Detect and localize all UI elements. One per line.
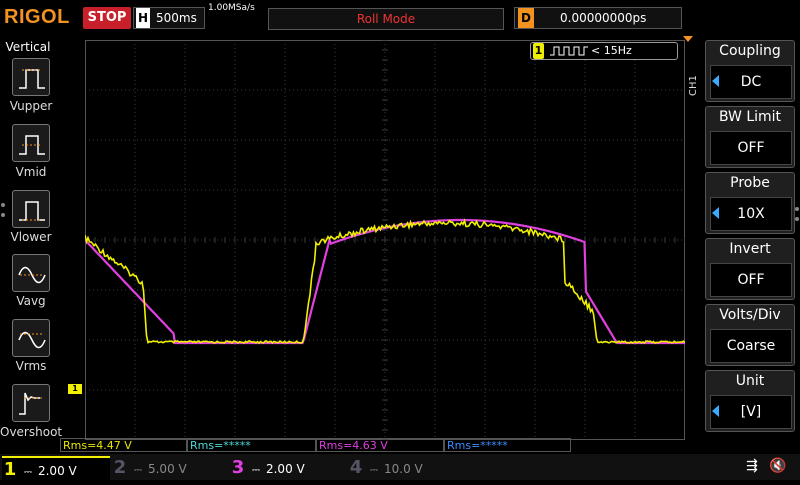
run-stop-indicator[interactable]: STOP [83, 7, 131, 29]
channel-3-status[interactable]: 3 ⎓ 2.00 V [230, 456, 342, 480]
dc-coupling-icon: ⎓ [252, 465, 260, 476]
overshoot-button[interactable] [12, 384, 50, 422]
vupper-button[interactable] [12, 58, 50, 96]
vlower-label: Vlower [10, 230, 52, 244]
unit-title: Unit [735, 373, 765, 389]
channel-1-number: 1 [3, 459, 17, 480]
volts-div-value: Coarse [710, 329, 792, 363]
channel-1-status[interactable]: 1 ⎓ 2.00 V [2, 456, 110, 480]
overshoot-label: Overshoot [0, 425, 63, 439]
acquisition-mode: Roll Mode [268, 8, 504, 30]
channel-3-scale: 2.00 V [265, 462, 305, 476]
ch1-ground-marker[interactable]: 1 [68, 384, 82, 394]
graticule [85, 40, 685, 440]
left-panel-dot [1, 203, 5, 207]
dc-coupling-icon: ⎓ [24, 467, 32, 478]
measurement-ch4-rms[interactable]: Rms=***** [444, 438, 571, 452]
bw-limit-value: OFF [710, 131, 792, 165]
channel-2-number: 2 [113, 457, 127, 478]
delay-value: 0.00000000ps [560, 11, 647, 25]
vlower-button[interactable] [12, 190, 50, 228]
trigger-text: < 15Hz [591, 44, 632, 57]
vmid-label: Vmid [15, 165, 47, 179]
timebase-label: H [136, 8, 150, 28]
vlower-icon [19, 201, 45, 221]
vupper-icon [19, 69, 45, 89]
overshoot-icon [19, 392, 44, 415]
volts-div-menu-button[interactable]: Volts/Div Coarse [705, 304, 795, 366]
unit-value: [V] [710, 395, 792, 429]
vrms-icon [18, 331, 46, 349]
unit-menu-button[interactable]: Unit [V] [705, 370, 795, 432]
vrms-label: Vrms [15, 359, 47, 373]
coupling-arrow-icon [712, 75, 719, 87]
trigger-channel: 1 [533, 43, 544, 59]
vavg-icon [18, 266, 46, 284]
dc-coupling-icon: ⎓ [370, 465, 378, 476]
measurement-ch3-rms[interactable]: Rms=4.63 V [316, 438, 444, 452]
channel-4-number: 4 [349, 457, 363, 478]
waveform-display[interactable] [85, 40, 685, 440]
vmid-icon [19, 135, 45, 155]
volts-div-title: Volts/Div [719, 307, 781, 323]
dc-coupling-icon: ⎓ [134, 465, 142, 476]
channel-2-status[interactable]: 2 ⎓ 5.00 V [112, 456, 224, 480]
pulse-icon [549, 46, 588, 56]
timebase-box[interactable]: H 500ms [133, 7, 205, 29]
sample-rate: 1.00MSa/s [208, 3, 255, 13]
vmid-button[interactable] [12, 124, 50, 162]
vupper-label: Vupper [9, 99, 53, 113]
vavg-button[interactable] [12, 254, 50, 292]
invert-value: OFF [710, 263, 792, 297]
bw-limit-menu-button[interactable]: BW Limit OFF [705, 106, 795, 168]
unit-arrow-icon [712, 405, 719, 417]
right-panel-dot [795, 207, 799, 211]
measurement-ch1-rms[interactable]: Rms=4.47 V [60, 438, 187, 452]
probe-arrow-icon [712, 207, 719, 219]
delay-box[interactable]: D 0.00000000ps [514, 7, 682, 29]
left-panel-dot [1, 213, 5, 217]
right-panel-dot [795, 217, 799, 221]
channel-4-scale: 10.0 V [383, 462, 423, 476]
invert-title: Invert [729, 241, 771, 257]
channel-1-scale: 2.00 V [37, 464, 77, 478]
measurement-ch2-rms[interactable]: Rms=***** [187, 438, 316, 452]
probe-menu-button[interactable]: Probe 10X [705, 172, 795, 234]
usb-icon: ⇶ [746, 458, 758, 474]
vertical-menu-title: Vertical [5, 40, 51, 54]
delay-label: D [518, 8, 534, 28]
coupling-value: DC [710, 65, 792, 99]
rigol-logo: RIGOL [4, 6, 70, 28]
probe-value: 10X [710, 197, 792, 231]
channel-4-status[interactable]: 4 ⎓ 10.0 V [348, 456, 460, 480]
vrms-button[interactable] [12, 319, 50, 357]
speaker-mute-icon[interactable]: 🔇 [766, 458, 790, 476]
probe-title: Probe [730, 175, 770, 191]
channel-tag: CH1 [688, 75, 699, 96]
channel-3-number: 3 [231, 457, 245, 478]
vavg-label: Vavg [16, 294, 46, 308]
timebase-value: 500ms [156, 11, 197, 25]
bw-limit-title: BW Limit [718, 109, 782, 125]
channel-2-scale: 5.00 V [147, 462, 187, 476]
coupling-menu-button[interactable]: Coupling DC [705, 40, 795, 102]
trigger-badge[interactable]: 1 < 15Hz [530, 42, 678, 60]
coupling-title: Coupling [719, 43, 781, 59]
invert-menu-button[interactable]: Invert OFF [705, 238, 795, 300]
